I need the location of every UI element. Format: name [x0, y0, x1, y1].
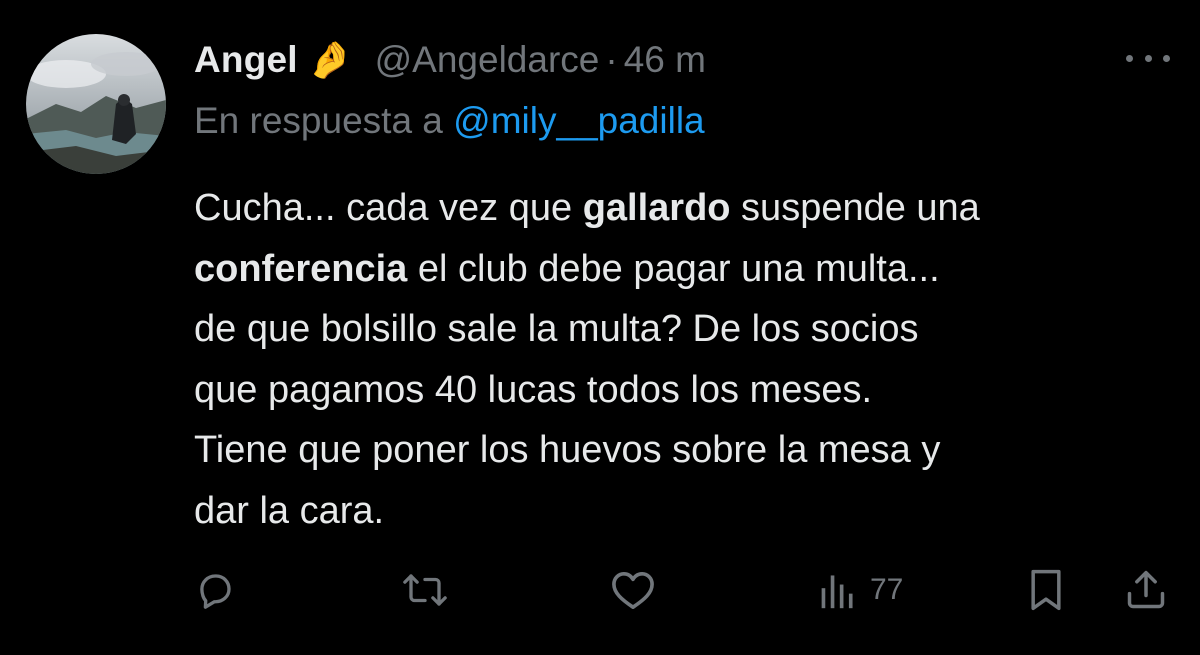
more-options-icon[interactable]	[1126, 48, 1170, 68]
avatar-image	[26, 34, 166, 174]
reply-context: En respuesta a @mily__padilla	[194, 100, 705, 142]
tweet-line: dar la cara.	[194, 489, 385, 532]
reply-mention-link[interactable]: @mily__padilla	[453, 100, 704, 141]
views-icon	[821, 575, 853, 609]
hashtag-bold-gallardo: gallardo	[582, 187, 731, 229]
display-name[interactable]: Angel	[194, 39, 298, 81]
tweet-line: de que bolsillo sale la multa? De los so…	[194, 308, 919, 350]
tweet-line: Cucha... cada vez que gallardo suspende …	[194, 187, 980, 229]
reply-button[interactable]	[194, 560, 236, 620]
tweet-line: que pagamos 40 lucas todos los meses.	[194, 368, 873, 411]
timestamp[interactable]: 46 m	[624, 39, 706, 81]
bookmark-icon	[1031, 569, 1061, 611]
share-button[interactable]	[1124, 560, 1168, 620]
tweet[interactable]: Angel 🤌 @Angeldarce · 46 m En respuesta …	[0, 0, 1200, 655]
reply-prefix: En respuesta a	[194, 100, 443, 141]
reply-icon	[200, 574, 231, 609]
views-count: 77	[870, 573, 904, 606]
action-bar: 77	[0, 560, 1200, 620]
like-icon	[612, 571, 654, 609]
bookmark-button[interactable]	[1026, 560, 1066, 620]
views-button[interactable]: 77	[818, 560, 903, 620]
share-icon	[1127, 570, 1165, 609]
retweet-button[interactable]	[402, 560, 448, 620]
retweet-icon	[403, 574, 447, 606]
user-handle[interactable]: @Angeldarce	[375, 39, 600, 81]
avatar[interactable]	[26, 34, 166, 174]
tweet-header: Angel 🤌 @Angeldarce · 46 m	[194, 32, 706, 88]
pinched-fingers-emoji: 🤌	[307, 39, 353, 80]
tweet-text: Cucha... cada vez que gallardo suspende …	[194, 178, 1184, 541]
tweet-line: Tiene que poner los huevos sobre la mesa…	[194, 429, 941, 471]
separator-dot: ·	[605, 39, 618, 80]
hashtag-bold-conferencia: conferencia	[194, 247, 408, 290]
like-button[interactable]	[610, 560, 656, 620]
tweet-line: conferencia el club debe pagar una multa…	[194, 247, 940, 290]
